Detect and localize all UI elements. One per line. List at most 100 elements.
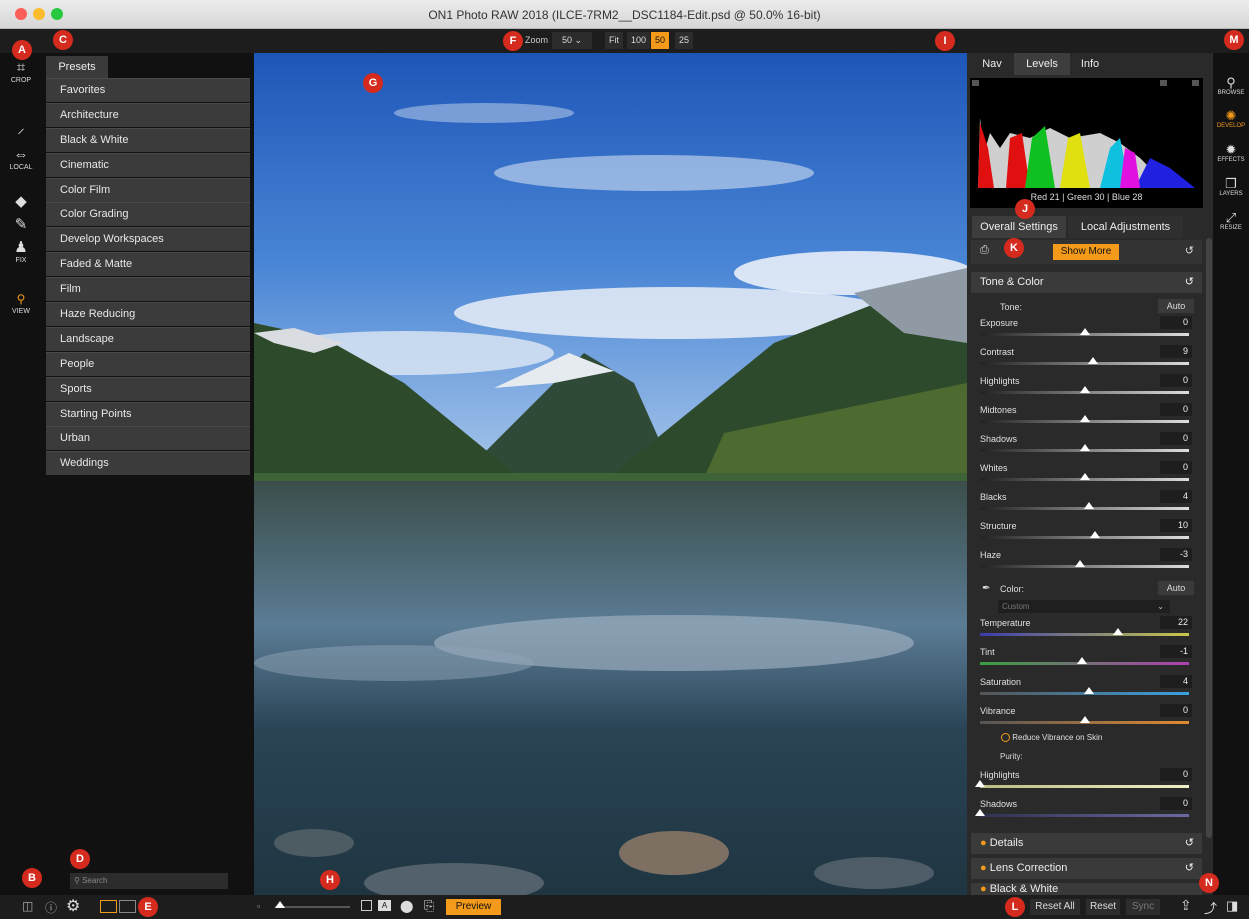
preset-item[interactable]: Favorites [46,78,250,102]
right-panel-toggle-icon[interactable]: ◨ [1226,898,1238,914]
slider-value-field[interactable]: 22 [1160,616,1192,629]
tab-info[interactable]: Info [1072,53,1108,75]
tone-auto-button[interactable]: Auto [1158,299,1194,313]
reduce-vibrance-checkbox[interactable]: Reduce Vibrance on Skin [1001,733,1102,743]
slider-value-field[interactable]: 0 [1160,797,1192,810]
share-icon[interactable]: ⇪ [1180,897,1192,914]
overlay-icon[interactable]: A [378,900,391,911]
slider-knob[interactable] [975,780,985,787]
panel-toggle-icon[interactable]: ◫ [22,899,33,913]
slider-value-field[interactable]: -1 [1160,645,1192,659]
slider-value-field[interactable]: 10 [1160,519,1192,532]
reset-icon[interactable]: ↺ [1185,833,1194,854]
sync-button[interactable]: Sync [1126,899,1160,915]
slider-knob[interactable] [1083,686,1094,694]
preset-item[interactable]: People [46,351,250,376]
slider-knob[interactable] [1083,502,1094,509]
slider-knob[interactable] [1089,531,1100,538]
slider-value-field[interactable]: 0 [1160,316,1192,329]
crop-tool[interactable]: ⌗ CROP [0,60,42,85]
lens-correction-header[interactable]: ● Lens Correction ↺ [971,858,1202,879]
tab-overall-settings[interactable]: Overall Settings [972,216,1066,238]
develop-module[interactable]: ✺ DEVELOP [1213,109,1249,130]
preset-item[interactable]: Cinematic [46,152,250,177]
slider-track[interactable] [980,814,1189,817]
mask-view-icon[interactable] [361,900,372,911]
layers-module[interactable]: ❐ LAYERS [1213,177,1249,198]
zoom-100-button[interactable]: 100 [627,32,651,49]
reset-all-button[interactable]: Reset All [1030,899,1080,915]
slider-value-field[interactable]: -3 [1160,548,1192,561]
slider-knob[interactable] [1079,415,1090,422]
zoom-slider[interactable] [275,901,350,908]
slider-track[interactable] [980,536,1189,539]
slider-track[interactable] [980,362,1189,365]
preset-item[interactable]: Color Film [46,177,250,202]
fix-tool[interactable]: ♟ FIX [0,240,42,265]
zoom-slider-knob[interactable] [275,901,285,908]
slider-knob[interactable] [1075,560,1086,567]
preset-item[interactable]: Film [46,277,250,302]
preset-item[interactable]: Weddings [46,451,250,476]
slider-value-field[interactable]: 0 [1160,374,1192,387]
save-preset-icon[interactable]: ⎙ [980,244,989,257]
slider-knob[interactable] [1079,328,1090,335]
details-header[interactable]: ● Details ↺ [971,833,1202,854]
preset-search-input[interactable]: ⚲ Search [70,873,228,889]
zoom-25-button[interactable]: 25 [675,32,694,49]
healing-tool[interactable]: ✎ [0,217,42,233]
preset-item[interactable]: Starting Points [46,401,250,426]
zoom-select[interactable]: 50 ⌄ [552,32,592,49]
slider-value-field[interactable]: 9 [1160,345,1192,358]
preset-item[interactable]: Sports [46,376,250,401]
eyedropper-icon[interactable]: ✒ [982,583,990,594]
preset-item[interactable]: Landscape [46,326,250,351]
local-tool[interactable]: ⇔ LOCAL [0,147,42,172]
view-tool[interactable]: ⚲ VIEW [0,291,42,315]
reset-button[interactable]: Reset [1086,899,1120,915]
slider-knob[interactable] [1077,657,1088,665]
eraser-tool[interactable]: ◆ [0,194,42,210]
reset-icon[interactable]: ↺ [1185,272,1194,293]
photo-canvas[interactable] [254,53,967,895]
preview-button[interactable]: Preview [446,899,501,915]
preset-item[interactable]: Haze Reducing [46,302,250,327]
tab-levels[interactable]: Levels [1014,53,1070,75]
reset-icon[interactable]: ↺ [1185,858,1194,879]
send-icon[interactable]: ⤴ [1204,898,1217,917]
preset-item[interactable]: Urban [46,426,250,451]
tone-color-header[interactable]: Tone & Color ↺ [971,272,1202,293]
resize-module[interactable]: ⤢ RESIZE [1213,211,1249,232]
slider-knob[interactable] [1087,357,1098,364]
slider-value-field[interactable]: 0 [1160,403,1192,416]
slider-knob[interactable] [1079,473,1090,480]
slider-value-field[interactable]: 4 [1160,674,1192,688]
slider-value-field[interactable]: 4 [1160,490,1192,503]
preset-item[interactable]: Develop Workspaces [46,227,250,252]
preset-item[interactable]: Color Grading [46,202,250,227]
preset-item[interactable]: Architecture [46,102,250,127]
brush-tool[interactable]: ⸝ [0,121,42,137]
slider-knob[interactable] [1112,628,1123,635]
slider-track[interactable] [980,785,1189,788]
slider-knob[interactable] [1079,715,1090,723]
panel-scrollbar[interactable] [1206,238,1212,838]
show-more-button[interactable]: Show More [1053,244,1119,260]
slider-knob[interactable] [975,809,985,816]
single-view-icon[interactable] [100,900,117,913]
presets-tab[interactable]: Presets [46,56,108,78]
effects-module[interactable]: ✹ EFFECTS [1213,143,1249,164]
zoom-fit-button[interactable]: Fit [605,32,623,49]
slider-value-field[interactable]: 0 [1160,432,1192,445]
tab-nav[interactable]: Nav [972,53,1012,75]
tab-local-adjustments[interactable]: Local Adjustments [1068,216,1183,238]
compare-view-icon[interactable] [119,900,136,913]
slider-value-field[interactable]: 0 [1160,768,1192,781]
circle-mask-icon[interactable]: ⬤ [400,899,413,913]
preset-item[interactable]: Black & White [46,127,250,152]
clipboard-icon[interactable]: ⎘ [424,898,434,914]
slider-value-field[interactable]: 0 [1160,461,1192,474]
gear-icon[interactable]: ⚙ [66,896,80,916]
reset-icon[interactable]: ↺ [1185,244,1194,257]
slider-knob[interactable] [1079,386,1090,393]
